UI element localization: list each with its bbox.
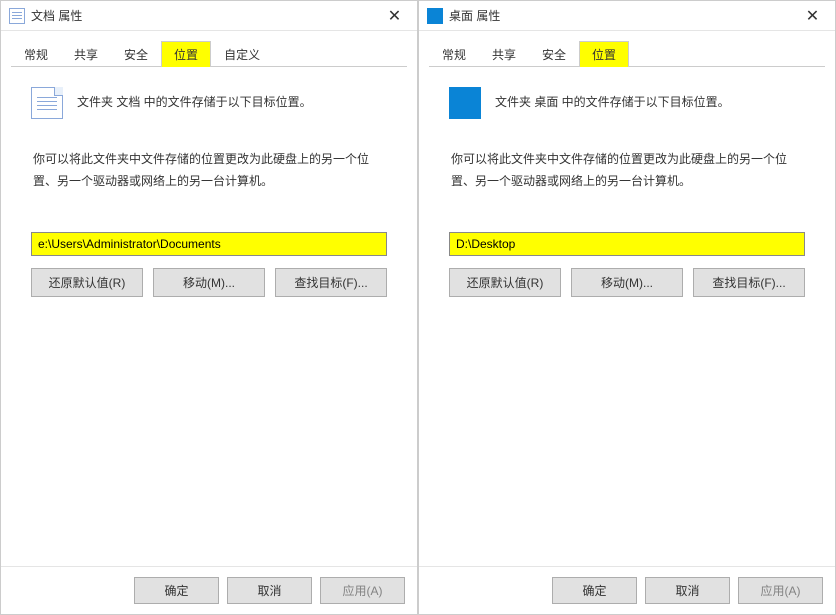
description-row: 文件夹 桌面 中的文件存储于以下目标位置。 [449, 87, 805, 119]
documents-large-icon [31, 87, 63, 119]
tab-security[interactable]: 安全 [529, 41, 579, 67]
tab-security[interactable]: 安全 [111, 41, 161, 67]
find-target-button[interactable]: 查找目标(F)... [275, 268, 387, 297]
tab-customize[interactable]: 自定义 [211, 41, 273, 67]
documents-properties-window: 文档 属性 ✕ 常规 共享 安全 位置 自定义 文件夹 文档 中的文件存储于以下… [0, 0, 418, 615]
tab-content: 文件夹 桌面 中的文件存储于以下目标位置。 你可以将此文件夹中文件存储的位置更改… [419, 67, 835, 566]
titlebar: 桌面 属性 ✕ [419, 1, 835, 31]
description-text: 文件夹 文档 中的文件存储于以下目标位置。 [77, 87, 312, 111]
documents-folder-icon [9, 8, 25, 24]
instruction-text: 你可以将此文件夹中文件存储的位置更改为此硬盘上的另一个位置、另一个驱动器或网络上… [31, 149, 387, 192]
tab-bar: 常规 共享 安全 位置 [419, 31, 835, 67]
ok-button[interactable]: 确定 [552, 577, 637, 604]
cancel-button[interactable]: 取消 [227, 577, 312, 604]
tab-bar: 常规 共享 安全 位置 自定义 [1, 31, 417, 67]
action-button-row: 还原默认值(R) 移动(M)... 查找目标(F)... [449, 268, 805, 297]
restore-defaults-button[interactable]: 还原默认值(R) [449, 268, 561, 297]
move-button[interactable]: 移动(M)... [571, 268, 683, 297]
tab-general[interactable]: 常规 [11, 41, 61, 67]
desktop-large-icon [449, 87, 481, 119]
apply-button[interactable]: 应用(A) [320, 577, 405, 604]
titlebar: 文档 属性 ✕ [1, 1, 417, 31]
instruction-text: 你可以将此文件夹中文件存储的位置更改为此硬盘上的另一个位置、另一个驱动器或网络上… [449, 149, 805, 192]
tab-sharing[interactable]: 共享 [479, 41, 529, 67]
dialog-button-bar: 确定 取消 应用(A) [1, 566, 417, 614]
tab-sharing[interactable]: 共享 [61, 41, 111, 67]
description-row: 文件夹 文档 中的文件存储于以下目标位置。 [31, 87, 387, 119]
description-text: 文件夹 桌面 中的文件存储于以下目标位置。 [495, 87, 730, 111]
apply-button[interactable]: 应用(A) [738, 577, 823, 604]
tab-location[interactable]: 位置 [579, 41, 629, 67]
path-input[interactable] [31, 232, 387, 256]
desktop-properties-window: 桌面 属性 ✕ 常规 共享 安全 位置 文件夹 桌面 中的文件存储于以下目标位置… [418, 0, 836, 615]
ok-button[interactable]: 确定 [134, 577, 219, 604]
window-title: 桌面 属性 [449, 7, 500, 24]
find-target-button[interactable]: 查找目标(F)... [693, 268, 805, 297]
close-button[interactable]: ✕ [372, 1, 417, 31]
desktop-folder-icon [427, 8, 443, 24]
tab-general[interactable]: 常规 [429, 41, 479, 67]
move-button[interactable]: 移动(M)... [153, 268, 265, 297]
window-title: 文档 属性 [31, 7, 82, 24]
restore-defaults-button[interactable]: 还原默认值(R) [31, 268, 143, 297]
tab-location[interactable]: 位置 [161, 41, 211, 67]
tab-content: 文件夹 文档 中的文件存储于以下目标位置。 你可以将此文件夹中文件存储的位置更改… [1, 67, 417, 566]
close-button[interactable]: ✕ [790, 1, 835, 31]
cancel-button[interactable]: 取消 [645, 577, 730, 604]
close-icon: ✕ [806, 6, 819, 26]
path-input[interactable] [449, 232, 805, 256]
dialog-button-bar: 确定 取消 应用(A) [419, 566, 835, 614]
close-icon: ✕ [388, 6, 401, 26]
action-button-row: 还原默认值(R) 移动(M)... 查找目标(F)... [31, 268, 387, 297]
